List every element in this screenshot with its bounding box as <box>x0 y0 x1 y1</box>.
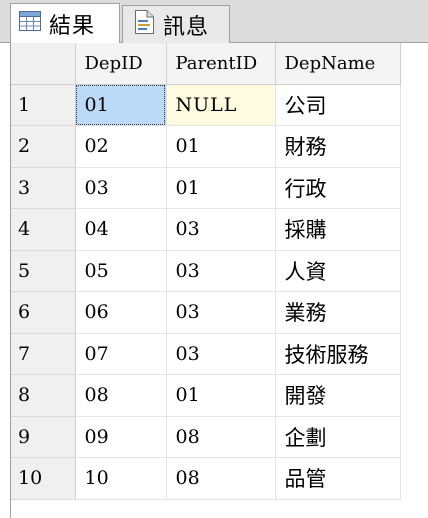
tab-results-label: 結果 <box>49 14 96 39</box>
grid-results-icon <box>19 11 41 37</box>
cell-depname[interactable]: 品管 <box>275 457 401 500</box>
row-number[interactable]: 9 <box>11 416 76 458</box>
cell-parentid[interactable]: 03 <box>166 291 276 334</box>
tab-messages-label: 訊息 <box>163 14 210 40</box>
tab-results[interactable]: 結果 <box>10 3 120 44</box>
table-row: 2 02 01 財務 <box>11 125 401 168</box>
table-row: 5 05 03 人資 <box>11 250 401 292</box>
results-tab-strip: 結果 訊息 <box>0 0 428 44</box>
cell-parentid[interactable]: 08 <box>166 457 276 500</box>
results-table: DepID ParentID DepName 1 01 NULL 公司 2 02… <box>11 43 401 500</box>
table-row: 3 03 01 行政 <box>11 167 401 209</box>
cell-depname[interactable]: 採購 <box>275 208 401 251</box>
cell-parentid[interactable]: 01 <box>166 374 276 417</box>
cell-depname[interactable]: 人資 <box>275 250 401 292</box>
cell-depid[interactable]: 07 <box>75 333 167 375</box>
cell-depname[interactable]: 技術服務 <box>275 333 401 375</box>
cell-depid[interactable]: 09 <box>75 416 167 458</box>
column-header-depname[interactable]: DepName <box>275 43 401 85</box>
tab-messages[interactable]: 訊息 <box>122 5 230 43</box>
row-number[interactable]: 6 <box>11 291 76 334</box>
messages-document-icon <box>133 9 155 40</box>
cell-depid[interactable]: 01 <box>75 84 167 126</box>
row-number[interactable]: 1 <box>11 84 76 126</box>
cell-depname[interactable]: 開發 <box>275 374 401 417</box>
cell-depid[interactable]: 02 <box>75 125 167 168</box>
cell-parentid[interactable]: 03 <box>166 333 276 375</box>
column-header-depid[interactable]: DepID <box>75 43 167 85</box>
cell-depid[interactable]: 03 <box>75 167 167 209</box>
cell-depid[interactable]: 08 <box>75 374 167 417</box>
table-row: 9 09 08 企劃 <box>11 416 401 458</box>
row-number[interactable]: 7 <box>11 333 76 375</box>
cell-depid[interactable]: 05 <box>75 250 167 292</box>
table-row: 8 08 01 開發 <box>11 374 401 417</box>
table-row: 7 07 03 技術服務 <box>11 333 401 375</box>
column-header-row: DepID ParentID DepName <box>11 43 401 85</box>
cell-parentid[interactable]: 01 <box>166 125 276 168</box>
results-grid[interactable]: DepID ParentID DepName 1 01 NULL 公司 2 02… <box>10 43 428 518</box>
row-number[interactable]: 4 <box>11 208 76 251</box>
cell-depid[interactable]: 10 <box>75 457 167 500</box>
row-number[interactable]: 10 <box>11 457 76 500</box>
table-row: 10 10 08 品管 <box>11 457 401 500</box>
table-row: 1 01 NULL 公司 <box>11 84 401 126</box>
column-header-parentid[interactable]: ParentID <box>166 43 276 85</box>
cell-parentid[interactable]: 01 <box>166 167 276 209</box>
row-number[interactable]: 8 <box>11 374 76 417</box>
cell-depname[interactable]: 公司 <box>275 84 401 126</box>
row-number[interactable]: 5 <box>11 250 76 292</box>
cell-depid[interactable]: 04 <box>75 208 167 251</box>
row-number[interactable]: 2 <box>11 125 76 168</box>
row-number[interactable]: 3 <box>11 167 76 209</box>
cell-depid[interactable]: 06 <box>75 291 167 334</box>
cell-parentid[interactable]: 08 <box>166 416 276 458</box>
cell-parentid[interactable]: NULL <box>166 84 276 126</box>
cell-depname[interactable]: 行政 <box>275 167 401 209</box>
cell-depname[interactable]: 財務 <box>275 125 401 168</box>
select-all-corner[interactable] <box>11 43 76 85</box>
query-results-window: 結果 訊息 DepID ParentID DepName 1 01 NULL 公… <box>0 0 428 518</box>
cell-parentid[interactable]: 03 <box>166 250 276 292</box>
table-row: 4 04 03 採購 <box>11 208 401 251</box>
cell-depname[interactable]: 業務 <box>275 291 401 334</box>
cell-parentid[interactable]: 03 <box>166 208 276 251</box>
cell-depname[interactable]: 企劃 <box>275 416 401 458</box>
table-row: 6 06 03 業務 <box>11 291 401 334</box>
